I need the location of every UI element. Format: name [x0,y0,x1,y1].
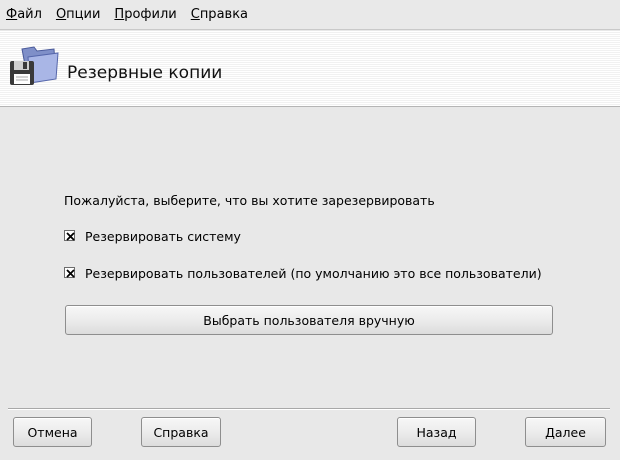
backup-users-checkbox[interactable] [64,266,75,278]
backup-folder-floppy-icon [8,43,60,87]
backup-system-checkbox[interactable] [64,229,75,241]
footer-separator [8,408,610,410]
menu-file-label: айл [17,7,42,22]
menu-options-accel: О [55,7,67,22]
menu-help-accel: С [190,7,200,22]
option-backup-users[interactable]: Резервировать пользователей (по умолчани… [64,266,542,281]
menu-help-label: правка [199,7,249,22]
cancel-button[interactable]: Отмена [13,417,92,447]
menu-options[interactable]: Опции [56,7,100,22]
backup-prompt: Пожалуйста, выберите, что вы хотите заре… [64,193,435,208]
option-backup-system[interactable]: Резервировать систему [64,229,241,244]
checkmark-x-icon [66,268,75,278]
page-banner: Резервные копии [0,31,620,107]
backup-system-label: Резервировать систему [85,229,241,244]
menu-file-accel: Ф [6,7,18,22]
menu-options-label: пции [66,7,101,22]
choose-users-manually-button[interactable]: Выбрать пользователя вручную [65,305,553,335]
next-button[interactable]: Далее [525,417,606,447]
menu-profiles-accel: П [114,7,125,22]
page-title: Резервные копии [67,63,223,83]
menu-profiles[interactable]: Профили [114,7,176,22]
menu-bar: Файл Опции Профили Справка [0,0,620,30]
checkmark-x-icon [66,231,75,241]
back-button[interactable]: Назад [397,417,476,447]
menu-file[interactable]: Файл [6,7,42,22]
backup-users-label: Резервировать пользователей (по умолчани… [85,266,542,281]
help-button[interactable]: Справка [141,417,221,447]
menu-profiles-label: рофили [124,7,177,22]
menu-help[interactable]: Справка [191,7,248,22]
